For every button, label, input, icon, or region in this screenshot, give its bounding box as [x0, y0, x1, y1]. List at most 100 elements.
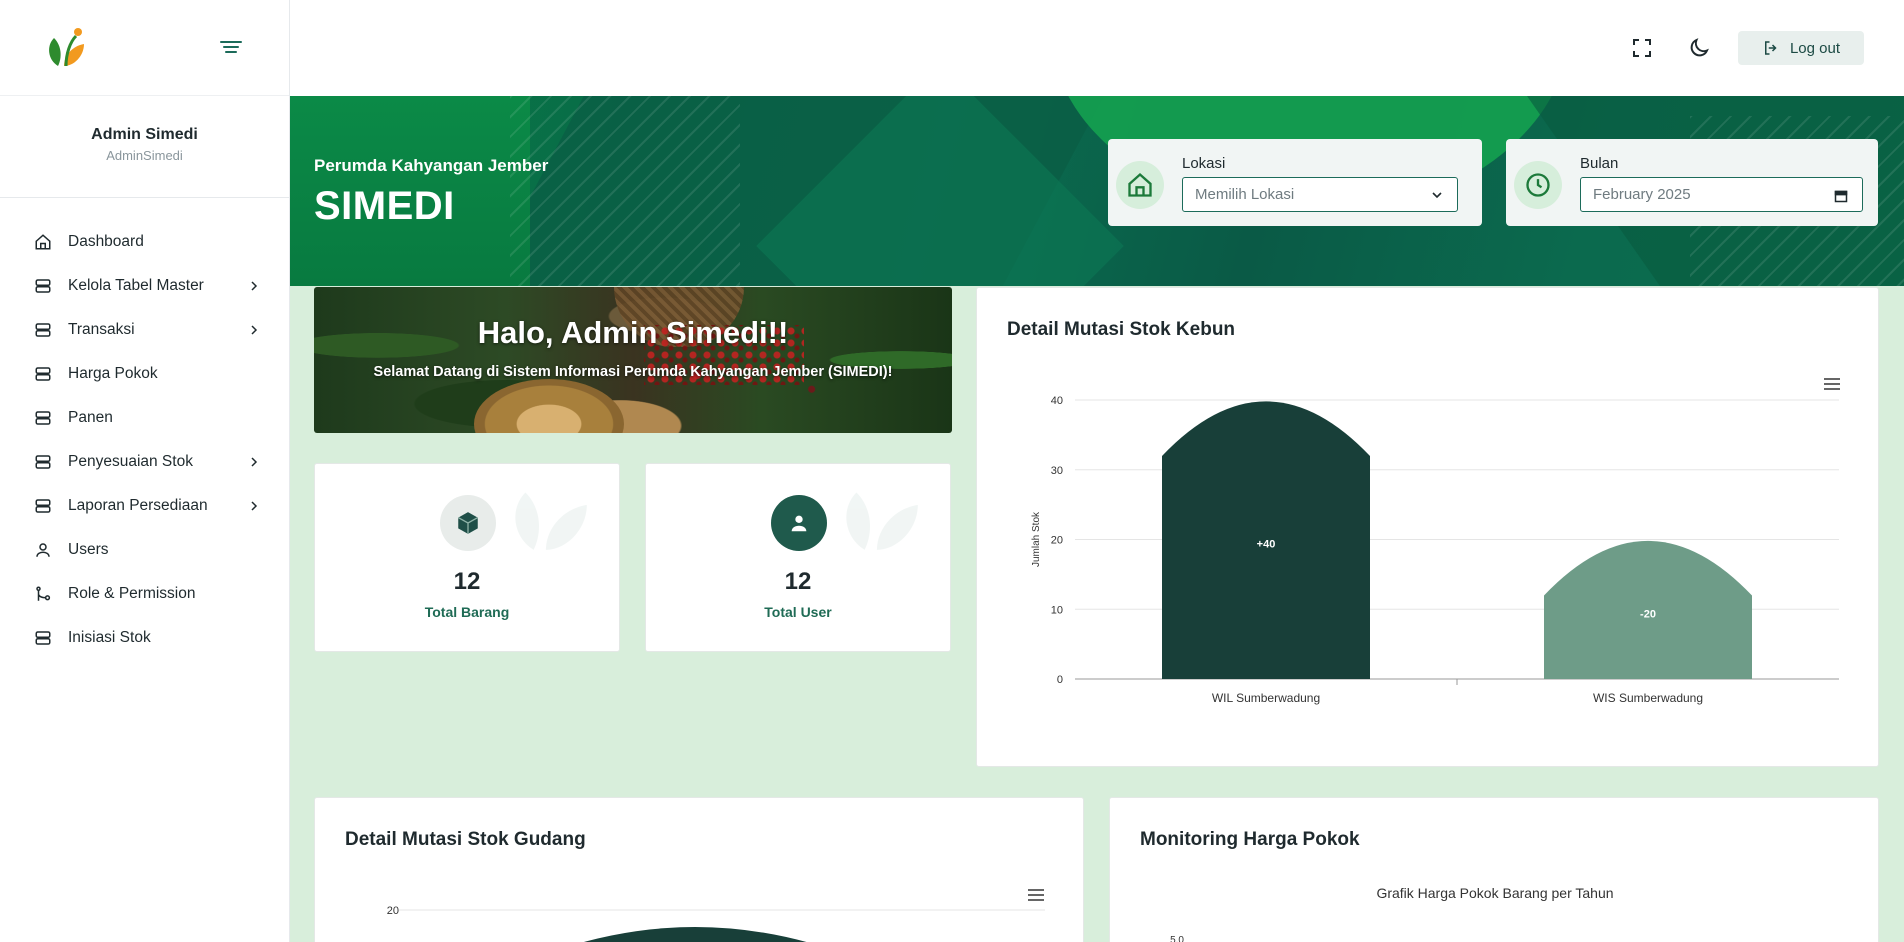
- server-icon: [35, 323, 51, 337]
- logout-label: Log out: [1789, 39, 1841, 57]
- sidebar-item-panen[interactable]: Panen: [0, 396, 289, 440]
- chart-card-mutasi-gudang: Detail Mutasi Stok Gudang 20: [314, 797, 1084, 942]
- lokasi-select-value: Memilih Lokasi: [1195, 186, 1295, 203]
- sidebar-item-inisiasi-stok[interactable]: Inisiasi Stok: [0, 616, 289, 660]
- sidebar-item-harga-pokok[interactable]: Harga Pokok: [0, 352, 289, 396]
- y-tick-label: 5.0: [1170, 935, 1184, 942]
- stat-label: Total Barang: [424, 604, 510, 620]
- chevron-right-icon: [251, 457, 258, 467]
- banner-hat-image: [474, 379, 624, 433]
- welcome-text: Selamat Datang di Sistem Informasi Perum…: [373, 364, 893, 380]
- y-tick-label: 0: [1057, 674, 1063, 686]
- sidebar-toggle-button[interactable]: [220, 38, 242, 56]
- clock-icon-circle: [1514, 161, 1562, 209]
- server-icon: [35, 631, 51, 645]
- data-label: +40: [1257, 539, 1276, 551]
- box-icon: [457, 512, 479, 534]
- bulan-month-input[interactable]: February 2025: [1580, 177, 1863, 212]
- home-icon: [1128, 172, 1152, 197]
- sidebar-item-role-permission[interactable]: Role & Permission: [0, 572, 289, 616]
- brand-area: [0, 0, 289, 96]
- server-icon: [35, 367, 51, 381]
- logo-watermark: [846, 492, 918, 550]
- server-icon: [35, 411, 51, 425]
- sidebar-item-label: Users: [68, 541, 109, 558]
- y-tick-label: 10: [1051, 604, 1063, 616]
- chevron-right-icon: [251, 501, 258, 511]
- stat-value: 12: [453, 568, 481, 595]
- sidebar-item-dashboard[interactable]: Dashboard: [0, 220, 289, 264]
- server-icon: [35, 499, 51, 513]
- bulan-label: Bulan: [1580, 155, 1619, 172]
- topbar: Log out: [290, 0, 1904, 96]
- sidebar-item-kelola-tabel-master[interactable]: Kelola Tabel Master: [0, 264, 289, 308]
- x-tick-label: WIS Sumberwadung: [1593, 691, 1703, 705]
- box-icon-circle: [440, 495, 496, 551]
- home-icon-circle: [1116, 161, 1164, 209]
- git-branch-icon: [36, 586, 51, 601]
- sidebar-item-label: Dashboard: [68, 233, 144, 250]
- user-icon-circle: [771, 495, 827, 551]
- y-axis-label: Jumlah Stok: [1031, 511, 1042, 567]
- profile-name: Admin Simedi: [91, 126, 198, 143]
- server-icon: [35, 455, 51, 469]
- user-icon: [791, 515, 807, 532]
- hamburger-line: [223, 46, 239, 48]
- stat-card-total-user: 12 Total User: [645, 463, 951, 652]
- bar-chart-gudang: 20: [387, 905, 1045, 942]
- sidebar-item-label: Role & Permission: [68, 585, 196, 602]
- sidebar: Admin Simedi AdminSimedi Dashboard Kelola…: [0, 0, 290, 942]
- sidebar-menu: Dashboard Kelola Tabel Master Transaksi Har…: [0, 198, 289, 660]
- hamburger-line: [225, 51, 237, 53]
- lokasi-filter-card: Lokasi Memilih Lokasi: [1108, 139, 1482, 226]
- chart-card-harga-pokok: Monitoring Harga Pokok Grafik Harga Poko…: [1109, 797, 1879, 942]
- app-logo[interactable]: [44, 26, 88, 70]
- sidebar-item-label: Inisiasi Stok: [68, 629, 151, 646]
- server-icon: [35, 279, 51, 293]
- hamburger-line: [220, 41, 242, 43]
- hero-stripes: [510, 96, 740, 286]
- sidebar-item-label: Panen: [68, 409, 113, 426]
- hero-banner: Perumda Kahyangan Jember SIMEDI Lokasi M…: [290, 96, 1904, 286]
- clock-icon: [1526, 173, 1550, 197]
- sidebar-item-transaksi[interactable]: Transaksi: [0, 308, 289, 352]
- lokasi-select[interactable]: Memilih Lokasi: [1182, 177, 1458, 212]
- chevron-right-icon: [251, 325, 258, 335]
- sidebar-item-label: Laporan Persediaan: [68, 497, 208, 514]
- sidebar-item-label: Penyesuaian Stok: [68, 453, 193, 470]
- dark-mode-icon[interactable]: [1687, 36, 1711, 60]
- user-profile: Admin Simedi AdminSimedi: [0, 96, 289, 198]
- user-icon: [36, 543, 50, 557]
- bulan-filter-card: Bulan February 2025: [1506, 139, 1878, 226]
- fullscreen-icon[interactable]: [1630, 36, 1654, 60]
- sidebar-item-penyesuaian-stok[interactable]: Penyesuaian Stok: [0, 440, 289, 484]
- y-tick-label: 20: [1051, 535, 1063, 547]
- sidebar-item-laporan-persediaan[interactable]: Laporan Persediaan: [0, 484, 289, 528]
- profile-username: AdminSimedi: [106, 148, 183, 163]
- y-tick-label: 20: [387, 905, 399, 917]
- bar-chart-kebun: 0 10 20 30 40 Jumlah Stok +40 WIL Sumberwadung -…: [1031, 395, 1839, 705]
- chart-card-mutasi-kebun: Detail Mutasi Stok Kebun 0 10 20 30 40 Jumlah…: [976, 287, 1879, 767]
- calendar-icon[interactable]: [1834, 189, 1848, 203]
- chevron-right-icon: [251, 281, 258, 291]
- logout-button[interactable]: Log out: [1738, 31, 1864, 65]
- stat-card-total-barang: 12 Total Barang: [314, 463, 620, 652]
- stat-label: Total User: [764, 604, 832, 620]
- welcome-title: Halo, Admin Simedi!!: [477, 315, 789, 350]
- chart-title: Grafik Harga Pokok Barang per Tahun: [1376, 885, 1613, 901]
- logout-icon: [1764, 41, 1777, 55]
- welcome-banner: Halo, Admin Simedi!! Selamat Datang di S…: [314, 287, 952, 433]
- y-tick-label: 40: [1051, 395, 1063, 407]
- lokasi-label: Lokasi: [1182, 155, 1226, 172]
- sidebar-item-label: Transaksi: [68, 321, 135, 338]
- y-tick-label: 30: [1051, 465, 1063, 477]
- data-label: -20: [1640, 608, 1656, 620]
- sidebar-item-users[interactable]: Users: [0, 528, 289, 572]
- line-chart-harga-pokok: Grafik Harga Pokok Barang per Tahun 5.0: [1170, 885, 1613, 942]
- x-tick-label: WIL Sumberwadung: [1212, 691, 1320, 705]
- sidebar-item-label: Harga Pokok: [68, 365, 158, 382]
- sidebar-item-label: Kelola Tabel Master: [68, 277, 204, 294]
- chevron-down-icon: [1432, 192, 1442, 199]
- bulan-input-value: February 2025: [1593, 186, 1691, 203]
- home-icon: [35, 234, 51, 250]
